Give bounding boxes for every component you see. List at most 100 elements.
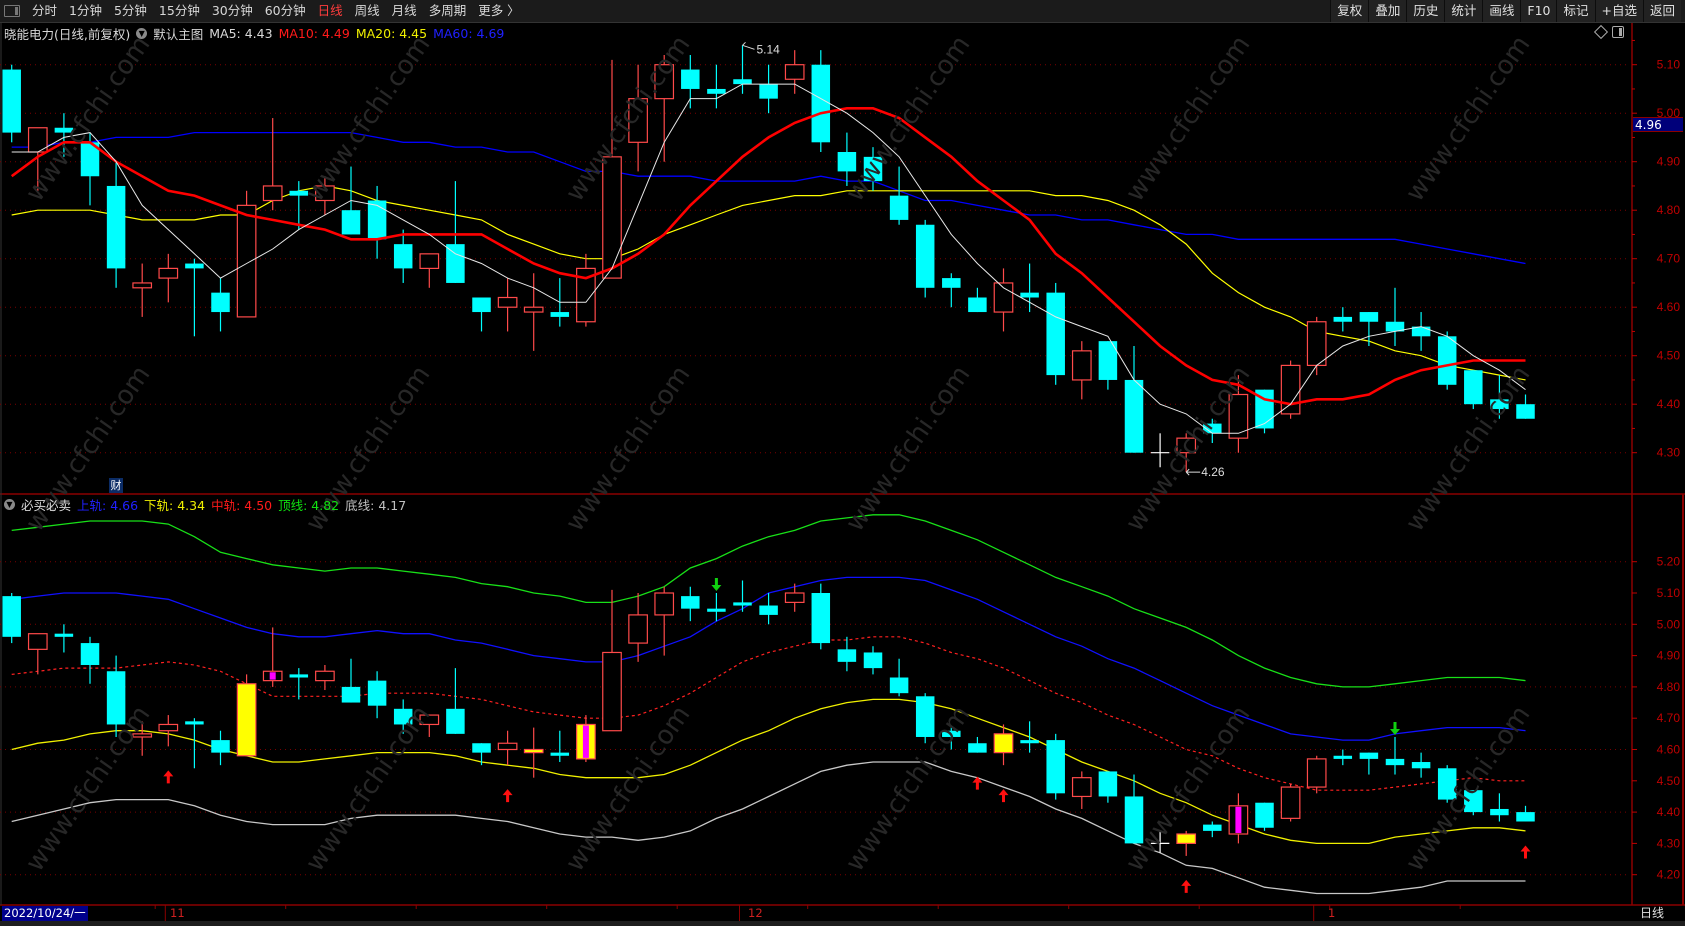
sub-candle	[681, 586, 700, 622]
history-button[interactable]: 历史	[1406, 0, 1445, 22]
candle-body	[1359, 312, 1379, 322]
period-15min[interactable]: 15分钟	[153, 0, 206, 22]
chevron-down-icon[interactable]: ▼	[136, 28, 148, 39]
main-candle	[497, 278, 518, 332]
panel-toggle-icon[interactable]	[1612, 26, 1624, 38]
period-toolbar: 分时 1分钟 5分钟 15分钟 30分钟 60分钟 日线 周线 月线 多周期 更…	[0, 0, 1685, 23]
cursor-date: 2022/10/24/一	[2, 906, 88, 921]
period-multi[interactable]: 多周期	[423, 0, 473, 22]
back-button[interactable]: 返回	[1642, 0, 1681, 22]
sub-candle	[733, 580, 752, 612]
adjust-button[interactable]: 复权	[1330, 0, 1369, 22]
sub-candle	[367, 671, 387, 719]
sub-axis-label: 4.30	[1657, 836, 1681, 850]
sub-candle	[1020, 721, 1039, 753]
main-candle	[27, 127, 48, 191]
candle-body	[497, 742, 518, 751]
candle-body	[915, 696, 935, 737]
sub-candle	[497, 730, 518, 766]
main-candle	[602, 59, 622, 279]
main-candle	[367, 185, 387, 259]
month-label-dec: 12	[748, 906, 763, 920]
candle-body	[367, 680, 387, 706]
kline-chart[interactable]: 5.10 5.00 4.90 4.80 4.70 4.60 4.50 4.40 4.30 5.20…	[0, 0, 1685, 926]
main-candle	[106, 161, 126, 288]
sub-candle	[1150, 830, 1170, 853]
period-fenshi[interactable]: 分时	[26, 0, 63, 22]
sub-candle	[602, 589, 622, 732]
main-axis-label: 4.70	[1657, 252, 1681, 266]
period-60min[interactable]: 60分钟	[259, 0, 312, 22]
main-candle	[1464, 370, 1483, 410]
statistics-button[interactable]: 统计	[1444, 0, 1483, 22]
candle-body	[1333, 316, 1353, 322]
candle-body	[993, 733, 1014, 754]
indicator-name[interactable]: 必买必卖	[21, 495, 71, 514]
period-30min[interactable]: 30分钟	[206, 0, 259, 22]
sub-candle	[968, 736, 987, 753]
sub-candle	[393, 699, 413, 734]
add-watchlist-button[interactable]: +自选	[1594, 0, 1643, 22]
period-weekly[interactable]: 周线	[349, 0, 386, 22]
period-label: 日线	[1640, 906, 1665, 920]
f10-button[interactable]: F10	[1520, 0, 1557, 22]
buy-arrow-icon	[1520, 845, 1531, 859]
diamond-icon[interactable]	[1593, 24, 1609, 40]
main-candle	[472, 297, 491, 332]
candle-body	[1176, 833, 1197, 845]
sub-candle	[419, 714, 440, 737]
candle-body	[472, 743, 491, 753]
candle-body	[863, 156, 883, 182]
mark-button[interactable]: 标记	[1556, 0, 1595, 22]
sub-candle	[707, 593, 726, 622]
candle-body	[341, 686, 361, 703]
candle-body	[654, 64, 675, 100]
sub-candle	[863, 646, 883, 675]
low-price-label: 4.26	[1201, 465, 1225, 479]
overlay-button[interactable]: 叠加	[1368, 0, 1407, 22]
main-candle	[576, 253, 596, 327]
main-candle	[681, 55, 700, 109]
candle-body	[106, 671, 126, 725]
main-candle	[132, 263, 153, 317]
candle-body	[1046, 740, 1065, 794]
toolbar-actions: 复权 叠加 历史 统计 画线 F10 标记 +自选 返回	[1330, 0, 1681, 22]
main-candle	[1124, 346, 1144, 453]
sidebar-toggle-icon[interactable]	[4, 5, 20, 17]
candle-body	[393, 244, 413, 269]
candle-body	[811, 64, 831, 143]
candle-body	[1071, 350, 1092, 381]
main-candle	[419, 253, 440, 288]
finance-marker[interactable]: 财	[109, 478, 123, 493]
period-monthly[interactable]: 月线	[386, 0, 423, 22]
period-more[interactable]: 更多 〉	[472, 0, 525, 22]
middle-rail-value: 中轨: 4.50	[211, 498, 273, 513]
candle-body	[446, 244, 465, 283]
main-candle	[185, 258, 204, 337]
candle-body	[54, 127, 74, 133]
candle-body	[211, 740, 230, 753]
candle-body	[681, 596, 700, 609]
template-selector[interactable]: 默认主图	[153, 24, 203, 43]
candle-body	[1385, 758, 1405, 766]
period-daily[interactable]: 日线	[312, 0, 349, 22]
buy-arrow-icon	[502, 789, 513, 803]
candle-body	[759, 84, 778, 99]
chevron-down-icon[interactable]: ▼	[4, 499, 15, 510]
candle-body	[889, 195, 909, 220]
top-line-value: 顶线: 4.82	[278, 498, 340, 513]
draw-line-button[interactable]: 画线	[1482, 0, 1521, 22]
period-5min[interactable]: 5分钟	[108, 0, 153, 22]
main-candle	[1516, 394, 1535, 419]
candle-highlight	[582, 725, 589, 758]
sell-arrow-icon	[711, 578, 722, 591]
main-candle	[1385, 287, 1405, 346]
candle-body	[1516, 812, 1535, 822]
lower-rail-value: 下轨: 4.34	[144, 498, 206, 513]
main-candle	[1437, 331, 1457, 390]
month-label-jan: 1	[1328, 906, 1336, 920]
main-candle	[1203, 418, 1222, 443]
candle-body	[1228, 393, 1249, 439]
period-1min[interactable]: 1分钟	[63, 0, 108, 22]
main-axis-label: 4.40	[1657, 397, 1681, 411]
